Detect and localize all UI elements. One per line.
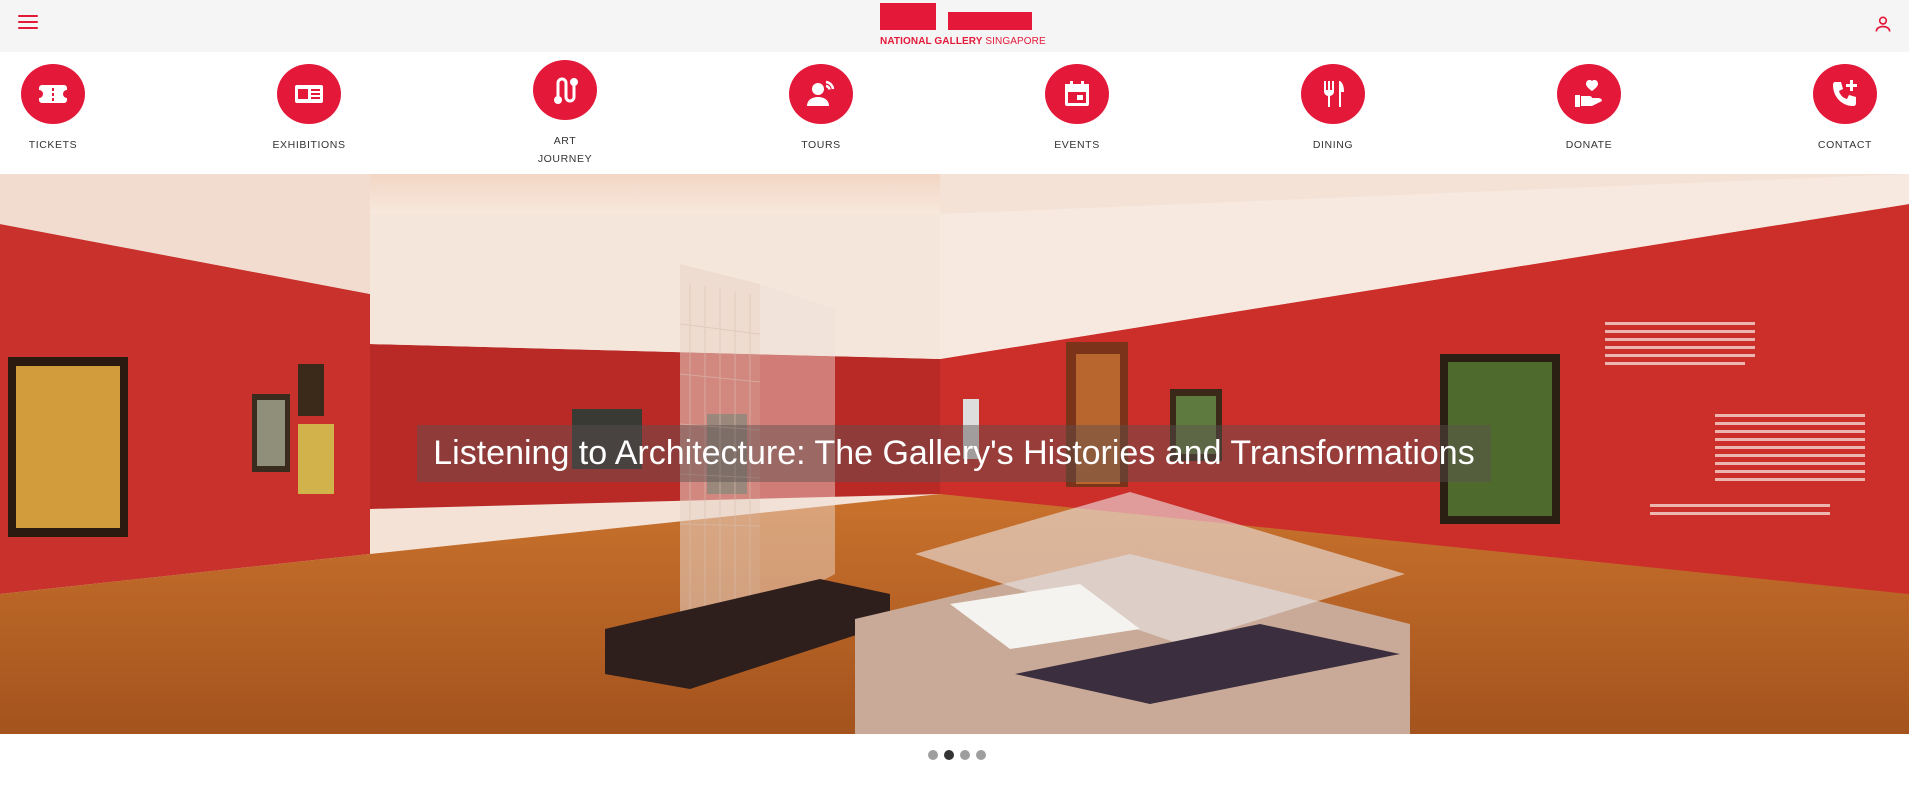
national-gallery-logo[interactable]: NATIONAL GALLERY SINGAPORE — [880, 3, 1046, 47]
logo-text: NATIONAL GALLERY SINGAPORE — [880, 36, 1046, 47]
carousel-dot-2[interactable] — [944, 750, 954, 760]
quicklink-tickets[interactable]: TICKETS — [0, 64, 108, 154]
quicklink-label: DONATE — [1565, 139, 1613, 151]
carousel-dots — [928, 750, 986, 762]
quicklink-dining[interactable]: DINING — [1278, 64, 1388, 154]
carousel-dot-1[interactable] — [928, 750, 938, 760]
quick-links-bar: TICKETS EXHIBITIONS ART JOURNEY TOURS EV… — [0, 52, 1909, 174]
site-header: NATIONAL GALLERY SINGAPORE — [0, 0, 1909, 52]
fork-knife-icon — [1301, 64, 1365, 124]
hero-title[interactable]: Listening to Architecture: The Gallery's… — [417, 425, 1491, 482]
user-account-icon[interactable] — [1873, 14, 1893, 34]
exhibition-card-icon — [277, 64, 341, 124]
quicklink-donate[interactable]: DONATE — [1534, 64, 1644, 154]
quicklink-label: ART JOURNEY — [537, 135, 593, 165]
ticket-icon — [21, 64, 85, 124]
tour-guide-icon — [789, 64, 853, 124]
route-journey-icon — [533, 60, 597, 120]
quicklink-contact[interactable]: CONTACT — [1790, 64, 1900, 154]
carousel-dot-3[interactable] — [960, 750, 970, 760]
hamburger-menu-icon[interactable] — [18, 15, 38, 31]
heart-hand-icon — [1557, 64, 1621, 124]
quicklink-label: EVENTS — [1054, 139, 1100, 151]
carousel-dot-4[interactable] — [976, 750, 986, 760]
quicklink-label: TICKETS — [28, 139, 78, 151]
quicklink-art-journey[interactable]: ART JOURNEY — [510, 60, 620, 168]
quicklink-exhibitions[interactable]: EXHIBITIONS — [254, 64, 364, 154]
quicklink-label: CONTACT — [1817, 139, 1873, 151]
quicklink-events[interactable]: EVENTS — [1022, 64, 1132, 154]
logo-block-left — [880, 3, 936, 30]
quicklink-label: DINING — [1312, 139, 1354, 151]
logo-block-right — [948, 12, 1032, 30]
quicklink-label: TOURS — [801, 139, 841, 151]
phone-add-icon — [1813, 64, 1877, 124]
quicklink-tours[interactable]: TOURS — [766, 64, 876, 154]
hero-banner[interactable]: Listening to Architecture: The Gallery's… — [0, 174, 1909, 734]
calendar-icon — [1045, 64, 1109, 124]
quicklink-label: EXHIBITIONS — [272, 139, 346, 151]
